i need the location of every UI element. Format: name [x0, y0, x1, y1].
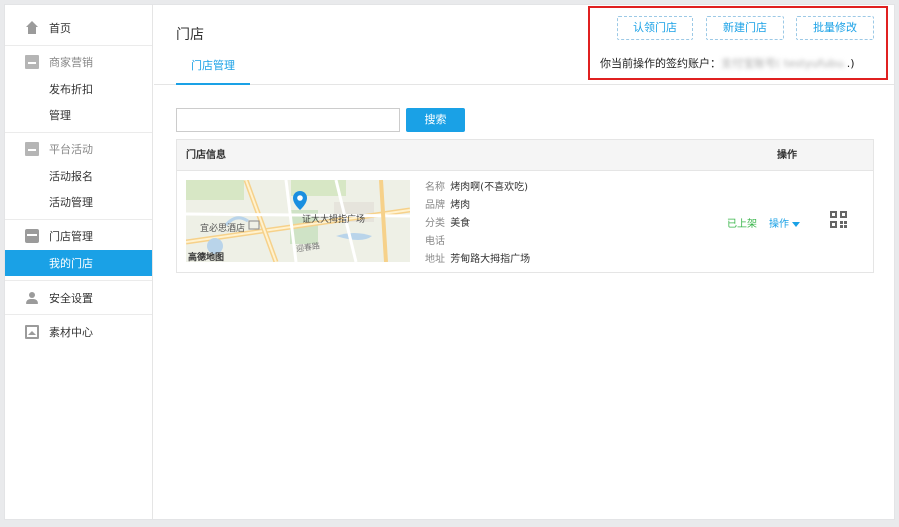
app-frame: 首页 商家营销 发布折扣 管理 平台活动 活动报名 活动管理 门店管理 我的门店	[4, 4, 895, 520]
account-close: .)	[846, 57, 855, 70]
create-store-button[interactable]: 新建门店	[706, 16, 784, 40]
map-brand-label: 高德地图	[188, 253, 225, 262]
sidebar-group-platform-activity: 平台活动 活动报名 活动管理	[5, 132, 152, 219]
search-input[interactable]	[176, 108, 400, 132]
info-value: 烤肉啊(不喜欢吃)	[450, 182, 528, 193]
qr-code-icon[interactable]	[830, 211, 847, 228]
store-table: 门店信息 操作 宜必思酒店 证大大拇指广场 迎春路 高德地图 名称 烤肉啊(不喜…	[176, 139, 874, 273]
table-header: 门店信息 操作	[177, 140, 873, 171]
account-value: 支付宝账号( testyufubu.	[721, 57, 847, 70]
info-address: 地址 芳甸路大拇指广场	[425, 251, 645, 269]
sidebar-group-label: 商家营销	[49, 56, 93, 69]
claim-store-button[interactable]: 认领门店	[617, 16, 693, 40]
sidebar-item-security[interactable]: 安全设置	[5, 280, 152, 314]
sidebar-item-activity-manage[interactable]: 活动管理	[5, 189, 152, 215]
sidebar-group-label: 门店管理	[49, 230, 93, 243]
map-label: 宜必思酒店	[200, 224, 246, 234]
table-row: 宜必思酒店 证大大拇指广场 迎春路 高德地图 名称 烤肉啊(不喜欢吃) 品牌 烤…	[177, 171, 873, 273]
map-label: 证大大拇指广场	[302, 215, 366, 225]
sidebar-item-activity-signup[interactable]: 活动报名	[5, 163, 152, 189]
account-label: 你当前操作的签约账户：	[600, 57, 721, 70]
box-icon	[25, 55, 39, 69]
user-icon	[25, 291, 39, 305]
main-content: 门店 门店管理 认领门店 新建门店 批量修改 你当前操作的签约账户：支付宝账号(…	[154, 5, 894, 519]
info-value: 美食	[450, 218, 471, 229]
store-map[interactable]: 宜必思酒店 证大大拇指广场 迎春路 高德地图	[186, 180, 410, 262]
tab-store-manage[interactable]: 门店管理	[176, 49, 250, 85]
info-key: 电话	[425, 236, 445, 247]
page-title: 门店	[176, 27, 204, 43]
column-header-actions: 操作	[777, 150, 797, 161]
column-header-info: 门店信息	[186, 150, 226, 161]
sidebar-group-head-marketing[interactable]: 商家营销	[5, 46, 152, 76]
signed-account: 你当前操作的签约账户：支付宝账号( testyufubu..)	[600, 55, 855, 71]
info-phone: 电话	[425, 233, 645, 251]
sidebar-item-label: 首页	[49, 22, 71, 35]
sidebar-group-merchant-marketing: 商家营销 发布折扣 管理	[5, 45, 152, 132]
info-key: 地址	[425, 254, 445, 265]
info-category: 分类 美食	[425, 215, 645, 233]
info-key: 品牌	[425, 200, 445, 211]
box-icon	[25, 142, 39, 156]
sidebar-item-home[interactable]: 首页	[5, 11, 152, 45]
sidebar-item-materials[interactable]: 素材中心	[5, 314, 152, 348]
sidebar-group-head-activity[interactable]: 平台活动	[5, 133, 152, 163]
info-key: 分类	[425, 218, 445, 229]
sidebar-group-label: 平台活动	[49, 143, 93, 156]
sidebar-item-publish-discount[interactable]: 发布折扣	[5, 76, 152, 102]
image-icon	[25, 324, 39, 339]
sidebar-group-store-manage: 门店管理 我的门店	[5, 219, 152, 280]
status-badge: 已上架	[727, 219, 757, 230]
sidebar-item-label: 安全设置	[49, 291, 93, 305]
operation-label: 操作	[769, 219, 789, 230]
operation-dropdown[interactable]: 操作	[769, 215, 800, 230]
batch-edit-button[interactable]: 批量修改	[796, 16, 874, 40]
sidebar: 首页 商家营销 发布折扣 管理 平台活动 活动报名 活动管理 门店管理 我的门店	[5, 5, 153, 519]
highlight-annotation-box: 认领门店 新建门店 批量修改 你当前操作的签约账户：支付宝账号( testyuf…	[588, 6, 888, 80]
search-button[interactable]: 搜索	[406, 108, 465, 132]
info-value: 芳甸路大拇指广场	[450, 254, 531, 265]
home-icon	[25, 21, 39, 35]
sidebar-group-head-store[interactable]: 门店管理	[5, 220, 152, 250]
sidebar-item-label: 素材中心	[49, 325, 93, 339]
sidebar-item-manage[interactable]: 管理	[5, 102, 152, 128]
info-brand: 品牌 烤肉	[425, 197, 645, 215]
store-info: 名称 烤肉啊(不喜欢吃) 品牌 烤肉 分类 美食 电话 地址 芳甸路大拇指广场	[425, 179, 645, 269]
info-name: 名称 烤肉啊(不喜欢吃)	[425, 179, 645, 197]
info-value: 烤肉	[450, 200, 471, 211]
store-icon	[25, 229, 39, 243]
caret-down-icon	[792, 221, 800, 227]
info-key: 名称	[425, 182, 445, 193]
sidebar-item-my-stores[interactable]: 我的门店	[5, 250, 152, 276]
